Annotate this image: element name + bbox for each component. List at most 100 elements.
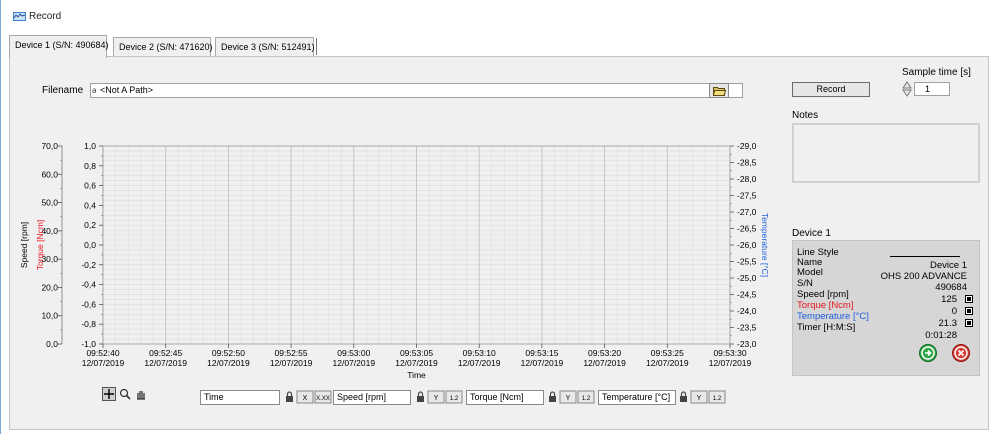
y-tick-label: 70,0 [41, 141, 58, 151]
x-tick-label-date: 12/07/2019 [395, 358, 438, 368]
svg-text:Y: Y [566, 395, 571, 402]
x-tick-label-time: 09:52:45 [149, 348, 182, 358]
tab-device-2[interactable]: Device 2 (S/N: 471620) [113, 37, 213, 57]
y-tick-label: 0,0 [84, 240, 96, 250]
torque-lock-icon[interactable] [549, 391, 556, 402]
speed-scale-name: Speed [rpm] [333, 390, 411, 405]
model-label: Model [797, 267, 823, 278]
y-tick-label: 0,8 [84, 161, 96, 171]
x-tick-label-date: 12/07/2019 [646, 358, 689, 368]
device-info-panel: Line Style Name Device 1 Model OHS 200 A… [792, 240, 980, 376]
svg-text:X.XX: X.XX [316, 396, 330, 402]
close-icon [954, 346, 968, 360]
y-tick-label: -29,0 [737, 141, 757, 151]
x-tick-label-date: 12/07/2019 [521, 358, 564, 368]
temperature-scale-controls: Y 1.2 [678, 390, 730, 405]
speed-lock-icon[interactable] [417, 391, 424, 402]
temperature-visible-checkbox[interactable] [965, 319, 973, 327]
x-lock-icon[interactable] [286, 391, 293, 402]
svg-text:1.2: 1.2 [713, 396, 722, 402]
notes-textarea[interactable] [792, 123, 980, 183]
decrement-arrow-icon [902, 89, 912, 97]
y-tick-label: -26,5 [737, 224, 757, 234]
temperature-label: Temperature [°C] [797, 311, 869, 322]
x-tick-label-date: 12/07/2019 [458, 358, 501, 368]
x-autoscale-icon[interactable]: X [296, 390, 314, 404]
x-tick-label-time: 09:52:50 [212, 348, 245, 358]
x-tick-label-time: 09:53:25 [651, 348, 684, 358]
y-tick-label: -0,2 [81, 260, 96, 270]
speed-visible-checkbox[interactable] [965, 295, 973, 303]
start-button[interactable] [919, 344, 937, 362]
device-tabs: Device 1 (S/N: 490684) Device 2 (S/N: 47… [9, 35, 985, 58]
svg-text:Y: Y [434, 395, 439, 402]
speed-value: 125 [941, 294, 957, 305]
x-tick-label-time: 09:53:10 [463, 348, 496, 358]
speed-autoscale-icon[interactable]: Y [427, 390, 445, 404]
zoom-icon[interactable] [119, 388, 131, 400]
y-tick-label: -28,0 [737, 174, 757, 184]
x-tick-label-date: 12/07/2019 [333, 358, 376, 368]
speed-format-icon[interactable]: 1.2 [445, 390, 463, 404]
model-value: OHS 200 ADVANCE [880, 271, 967, 282]
x-tick-label-date: 12/07/2019 [583, 358, 626, 368]
crosshair-icon[interactable] [102, 387, 116, 401]
timer-label: Timer [H:M:S] [797, 322, 856, 333]
window-title: Record [29, 11, 62, 22]
temperature-autoscale-icon[interactable]: Y [690, 390, 708, 404]
y-tick-label: -24,5 [737, 290, 757, 300]
device-1-panel: Filename ə <Not A Path> Record Sample ti… [9, 56, 989, 430]
x-tick-label-date: 12/07/2019 [270, 358, 313, 368]
line-style-swatch[interactable] [890, 256, 960, 257]
temperature-lock-icon[interactable] [680, 391, 687, 402]
torque-visible-checkbox[interactable] [965, 307, 973, 315]
speed-scale-controls: Y 1.2 [415, 390, 467, 405]
temperature-scale-name: Temperature [°C] [598, 390, 676, 405]
y-tick-label: 20,0 [41, 282, 58, 292]
app-icon [13, 12, 26, 21]
tab-device-3[interactable]: Device 3 (S/N: 512491) [215, 37, 315, 57]
x-tick-label-date: 12/07/2019 [82, 358, 125, 368]
x-tick-label-time: 09:53:15 [525, 348, 558, 358]
tab-device-1[interactable]: Device 1 (S/N: 490684) [9, 35, 109, 58]
x-tick-label-date: 12/07/2019 [709, 358, 752, 368]
torque-label: Torque [Ncm] [797, 300, 854, 311]
y-tick-label: -26,0 [737, 240, 757, 250]
temperature-format-icon[interactable]: 1.2 [708, 390, 726, 404]
torque-autoscale-icon[interactable]: Y [559, 390, 577, 404]
tab-separator [316, 38, 317, 55]
y-tick-label: -27,0 [737, 207, 757, 217]
y-tick-label: -24,0 [737, 306, 757, 316]
y-tick-label: 50,0 [41, 198, 58, 208]
stop-button[interactable] [952, 344, 970, 362]
y-tick-label: 0,6 [84, 181, 96, 191]
pan-hand-icon[interactable] [137, 391, 145, 400]
y-tick-label: -23,5 [737, 323, 757, 333]
torque-format-icon[interactable]: 1.2 [577, 390, 595, 404]
y-tick-label: 0,4 [84, 200, 96, 210]
sample-time-stepper[interactable] [902, 81, 912, 97]
y-axis-label: Temperature [°C] [760, 213, 770, 277]
waveform-chart[interactable]: 09:52:4012/07/201909:52:4512/07/201909:5… [10, 57, 770, 387]
svg-text:1.2: 1.2 [450, 396, 459, 402]
y-tick-label: 10,0 [41, 311, 58, 321]
speed-label: Speed [rpm] [797, 289, 849, 300]
y-axis-label: Speed [rpm] [19, 222, 29, 268]
sample-time-input[interactable]: 1 [914, 82, 950, 96]
y-tick-label: -0,4 [81, 280, 96, 290]
timer-value: 0:01:28 [925, 330, 957, 341]
y-tick-label: 0,0 [46, 339, 58, 349]
y-tick-label: -28,5 [737, 158, 757, 168]
title-bar: Record [1, 0, 992, 30]
x-scale-name: Time [200, 390, 280, 405]
notes-label: Notes [792, 110, 819, 121]
svg-text:1.2: 1.2 [582, 396, 591, 402]
y-tick-label: -25,0 [737, 273, 757, 283]
graph-palette [102, 387, 154, 403]
torque-scale-controls: Y 1.2 [547, 390, 599, 405]
y-tick-label: -0,8 [81, 319, 96, 329]
x-tick-label-time: 09:52:55 [275, 348, 308, 358]
x-tick-label-date: 12/07/2019 [144, 358, 187, 368]
x-format-icon[interactable]: X.XX [314, 390, 332, 404]
record-button[interactable]: Record [792, 82, 870, 97]
